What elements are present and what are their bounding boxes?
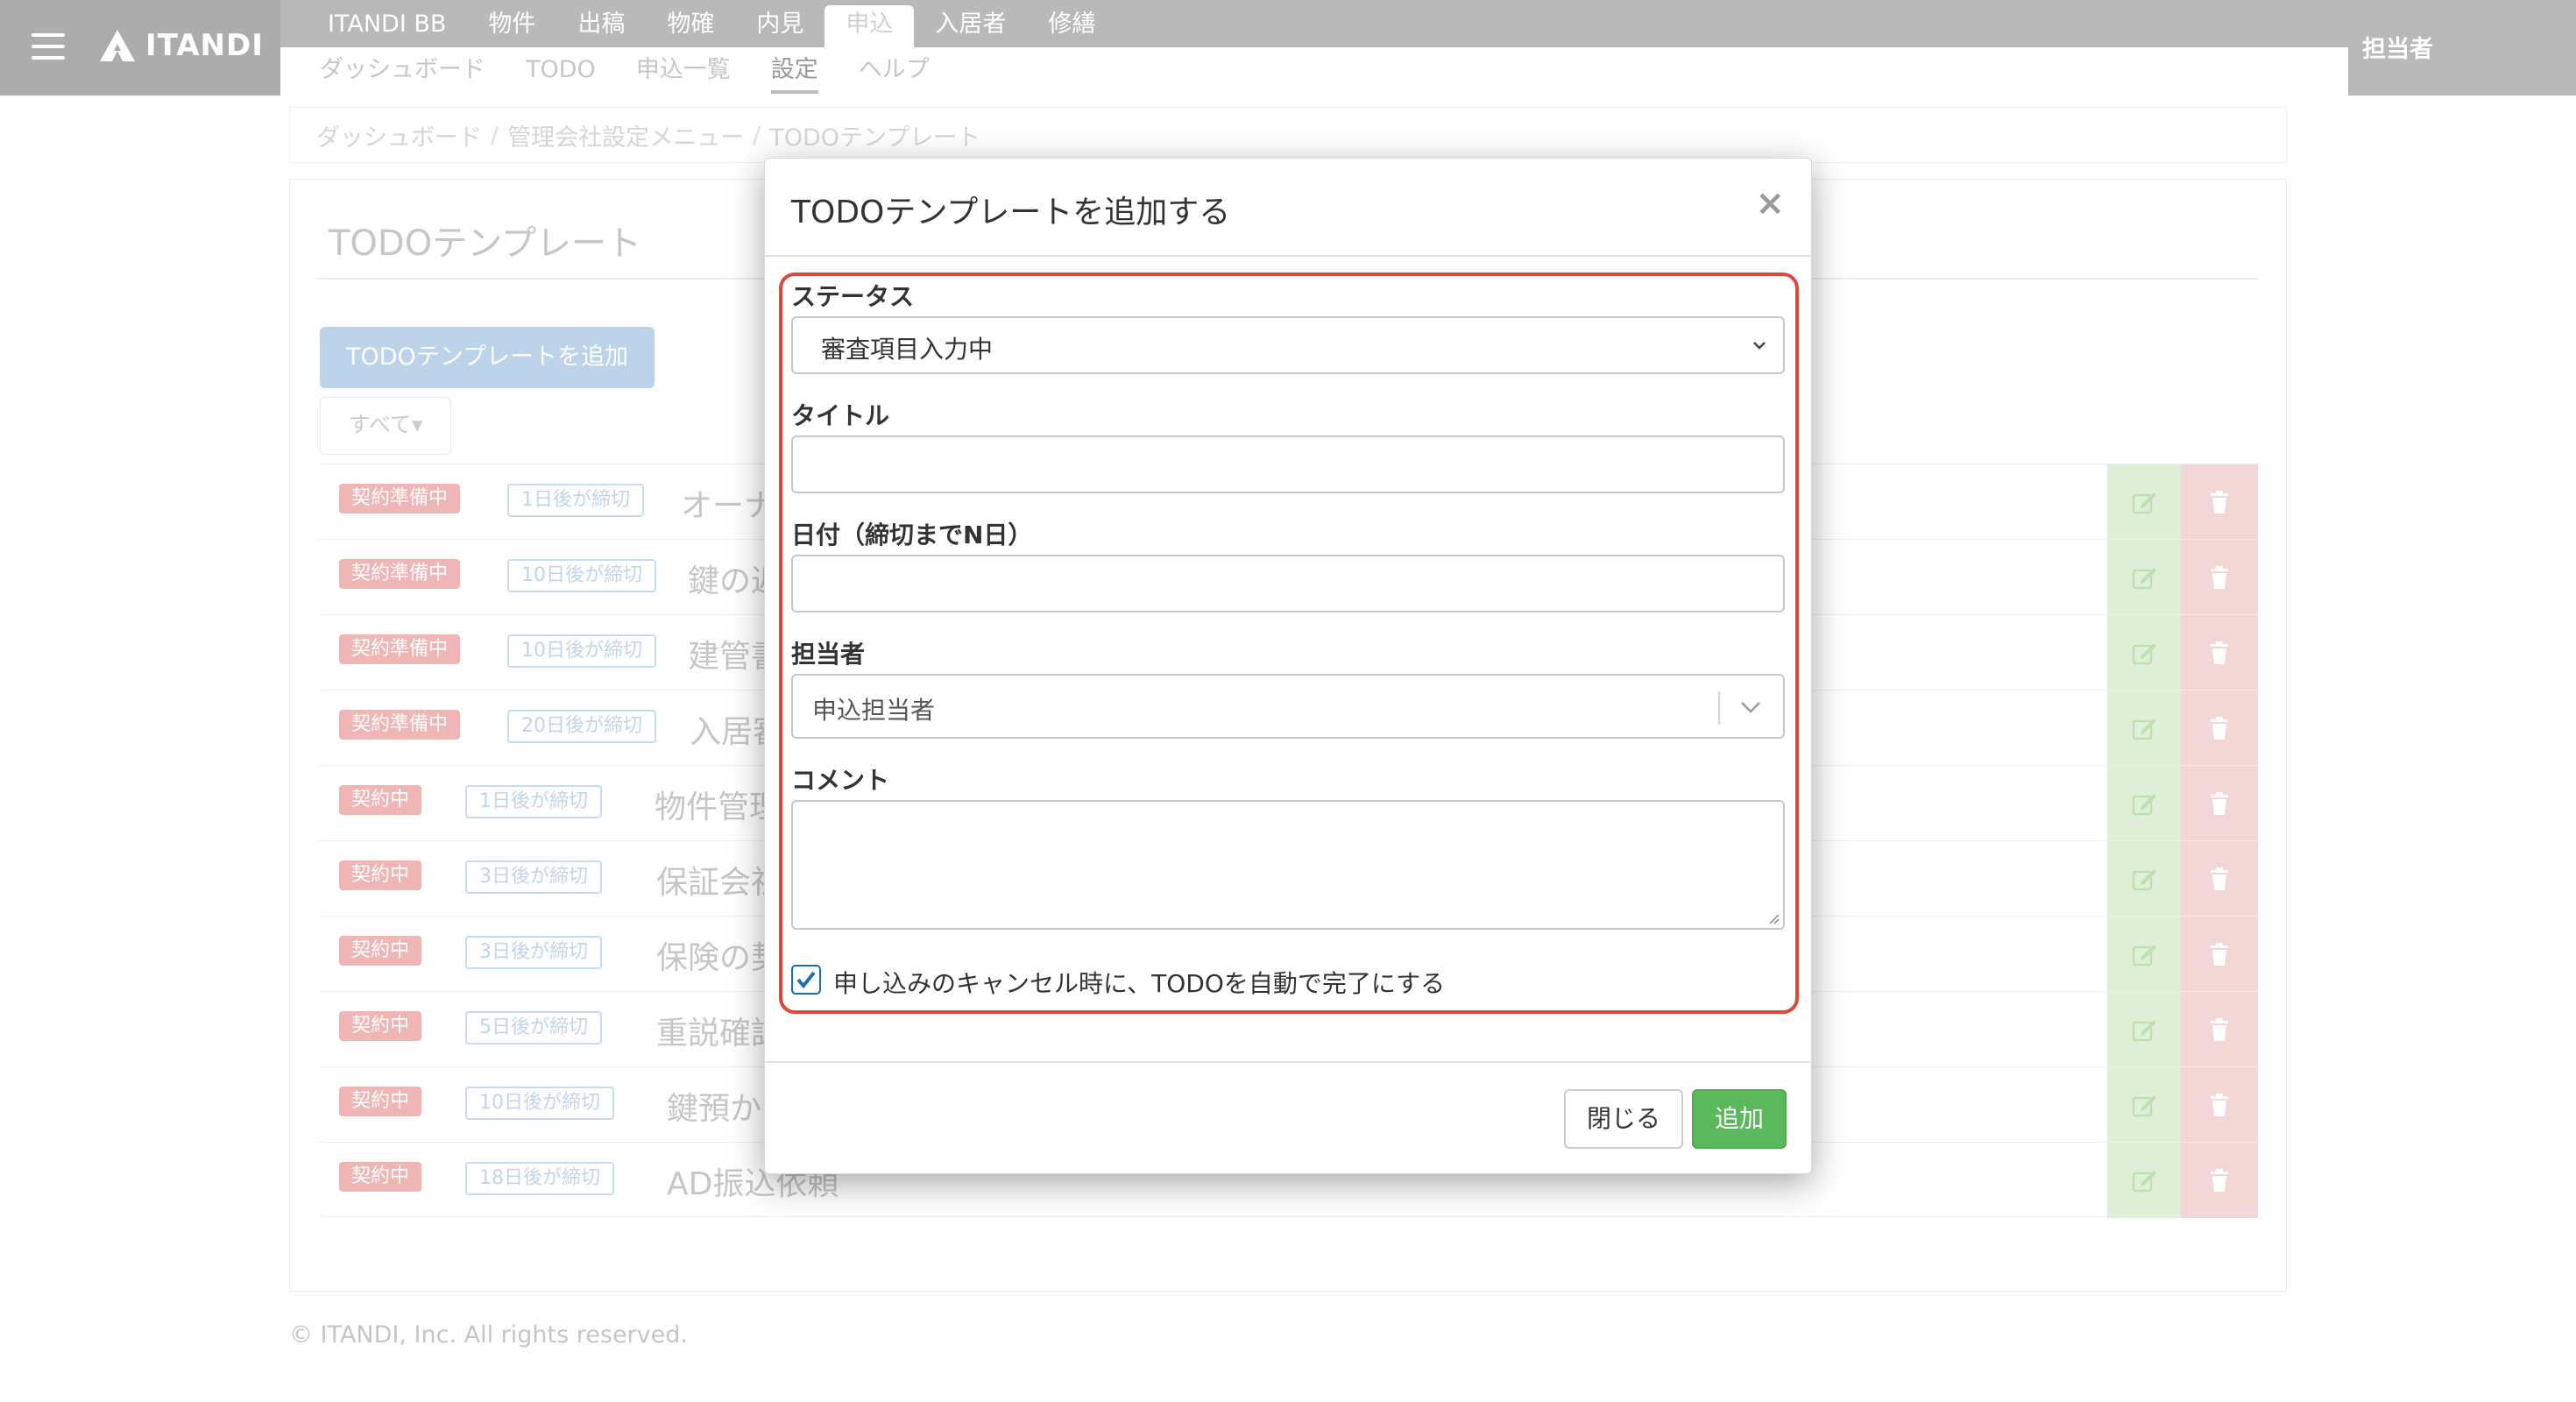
comment-textarea[interactable] [791, 800, 1785, 930]
status-label: ステータス [791, 282, 915, 311]
chevron-down-icon [1741, 702, 1760, 713]
date-input[interactable] [791, 555, 1785, 612]
assignee-select-value: 申込担当者 [812, 696, 936, 725]
submit-add-button[interactable]: 追加 [1692, 1089, 1787, 1149]
status-select[interactable]: 審査項目入力中 [791, 316, 1785, 374]
assignee-label: 担当者 [791, 640, 866, 669]
date-label: 日付（締切までN日） [791, 520, 1033, 549]
title-label: タイトル [791, 401, 890, 430]
assignee-select[interactable]: 申込担当者 [791, 674, 1785, 739]
modal-header: TODOテンプレートを追加する × [765, 159, 1811, 257]
checkmark-icon [796, 971, 816, 989]
auto-complete-label[interactable]: 申し込みのキャンセル時に、TODOを自動で完了にする [833, 965, 1445, 1000]
resize-grip-icon[interactable] [1766, 910, 1780, 924]
status-select-value: 審査項目入力中 [821, 335, 994, 364]
add-todo-template-modal: TODOテンプレートを追加する × ステータス 審査項目入力中 タイトル 日付（… [764, 158, 1812, 1174]
close-icon[interactable]: × [1755, 183, 1785, 223]
modal-title: TODOテンプレートを追加する [791, 195, 1231, 230]
title-input[interactable] [791, 435, 1785, 493]
close-button[interactable]: 閉じる [1564, 1089, 1683, 1149]
chevron-down-icon [1753, 342, 1766, 350]
auto-complete-checkbox[interactable] [791, 965, 821, 995]
comment-label: コメント [791, 766, 890, 795]
